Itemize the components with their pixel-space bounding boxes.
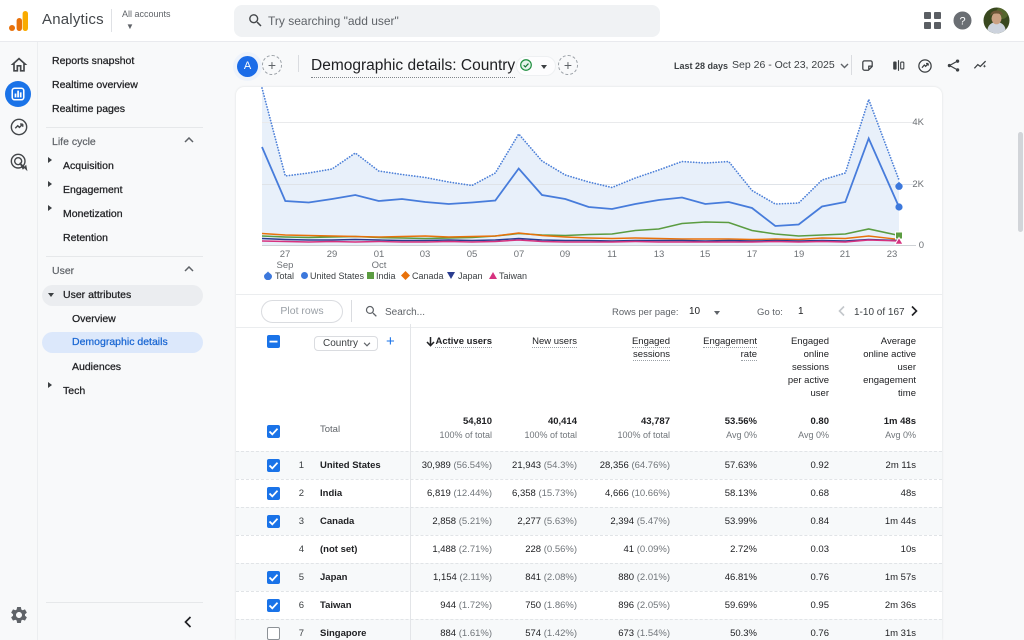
- svg-text:?: ?: [959, 16, 965, 28]
